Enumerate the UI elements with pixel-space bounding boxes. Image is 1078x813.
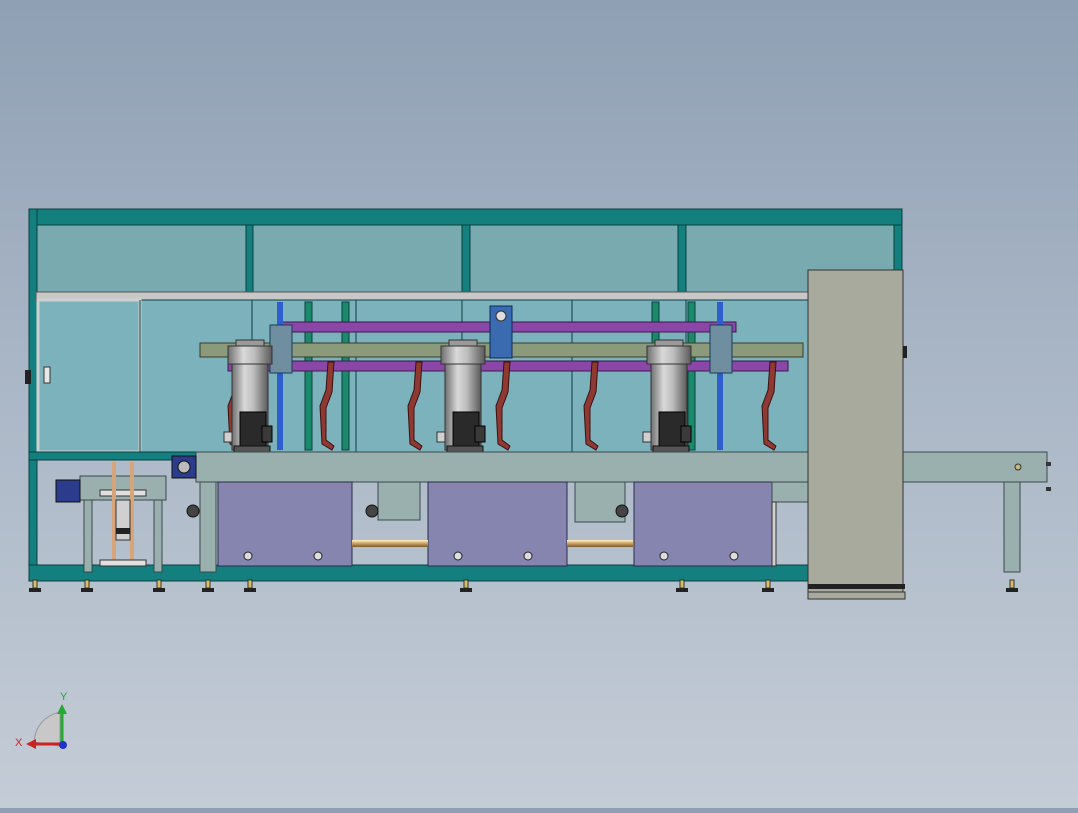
tank-group <box>217 481 809 567</box>
leveling-foot <box>762 579 774 592</box>
x-axis-label: X <box>15 737 23 749</box>
leveling-foot <box>29 579 41 592</box>
wash-tank <box>217 481 353 567</box>
wash-tank <box>427 481 568 567</box>
blue-rod-left <box>277 302 283 450</box>
wash-tank <box>633 481 774 567</box>
left-post <box>28 208 38 580</box>
cad-viewport[interactable]: Y X <box>0 0 1078 808</box>
upper-post-3 <box>677 224 687 296</box>
leveling-foot <box>460 579 472 592</box>
leveling-foot <box>1006 579 1018 592</box>
leveling-foot <box>153 579 165 592</box>
upper-post-2 <box>461 224 471 296</box>
slider-left <box>269 324 293 374</box>
lift-motor <box>55 479 81 503</box>
lower-frame-beam <box>28 564 810 582</box>
y-axis-label: Y <box>60 691 68 703</box>
machine-drawing: Y X <box>15 208 1051 749</box>
upper-post-1 <box>245 224 254 296</box>
door-handle-left <box>25 370 31 384</box>
coordinate-triad: Y X <box>15 691 68 749</box>
mid-rail <box>35 291 809 301</box>
slider-right <box>709 324 733 374</box>
conveyor-leg-left <box>199 481 217 573</box>
upper-post-4 <box>893 224 903 272</box>
leveling-foot <box>244 579 256 592</box>
conveyor-bolt <box>1014 463 1022 471</box>
leveling-foot <box>202 579 214 592</box>
conveyor-leg-right <box>1003 481 1021 573</box>
top-beam <box>28 208 903 226</box>
door-latch <box>43 366 51 384</box>
conveyor-deck <box>195 451 1048 483</box>
control-cabinet <box>807 269 907 600</box>
lift-station <box>55 462 167 573</box>
blue-rod-right <box>717 302 723 450</box>
leveling-foot <box>676 579 688 592</box>
leveling-foot <box>81 579 93 592</box>
